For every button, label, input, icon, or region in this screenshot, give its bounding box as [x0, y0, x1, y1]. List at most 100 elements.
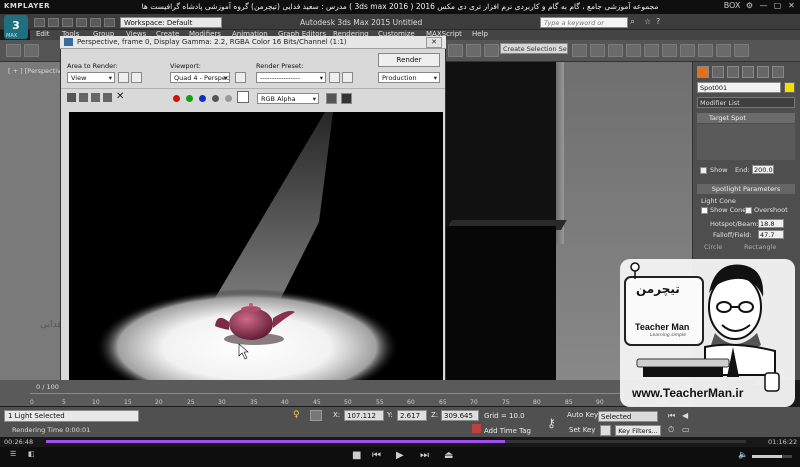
- rendered-image[interactable]: [69, 112, 443, 392]
- show-checkbox[interactable]: [700, 167, 707, 174]
- modifier-list-dropdown[interactable]: Modifier List: [697, 97, 795, 108]
- next-icon[interactable]: ⏭: [420, 450, 429, 461]
- rendered-frame-button[interactable]: [698, 44, 713, 57]
- display-tab-icon[interactable]: [757, 66, 769, 78]
- object-name-field[interactable]: Spot001: [697, 82, 781, 93]
- area-to-render-dropdown[interactable]: View: [67, 72, 115, 83]
- copy-image-icon[interactable]: [79, 93, 88, 102]
- stop-icon[interactable]: ■: [352, 450, 361, 461]
- lock-selection-icon[interactable]: ♀: [293, 410, 300, 420]
- favorites-icon[interactable]: ☆: [644, 17, 651, 26]
- search-icon[interactable]: ⌕: [630, 17, 635, 27]
- object-color-swatch[interactable]: [784, 82, 795, 93]
- save-image-icon[interactable]: [67, 93, 76, 102]
- menu-icon[interactable]: ☰: [10, 450, 16, 458]
- utilities-tab-icon[interactable]: [772, 66, 784, 78]
- ribbon-button[interactable]: [734, 44, 749, 57]
- minimize-button[interactable]: —: [758, 1, 769, 10]
- clone-frame-icon[interactable]: [91, 93, 100, 102]
- toggle-ui-overlay-icon[interactable]: [326, 93, 337, 104]
- redo-icon[interactable]: [90, 18, 101, 27]
- red-channel-icon[interactable]: [173, 95, 180, 102]
- add-time-tag-button[interactable]: Add Time Tag: [484, 427, 531, 435]
- key-filters-button[interactable]: Key Filters...: [615, 425, 661, 436]
- circle-radio[interactable]: Circle: [704, 243, 722, 251]
- falloff-spinner[interactable]: 47.7: [758, 230, 784, 239]
- render-production-button[interactable]: [716, 44, 731, 57]
- render-setup-icon[interactable]: [329, 72, 340, 83]
- graphite-toggle-button[interactable]: [626, 44, 641, 57]
- auto-key-button[interactable]: Auto Key: [567, 411, 598, 419]
- box-menu-button[interactable]: BOX: [723, 1, 741, 10]
- material-editor-button[interactable]: [662, 44, 677, 57]
- auto-region-icon[interactable]: [131, 72, 142, 83]
- blue-channel-icon[interactable]: [199, 95, 206, 102]
- open-file-icon[interactable]: [48, 18, 59, 27]
- motion-tab-icon[interactable]: [742, 66, 754, 78]
- production-dropdown[interactable]: Production: [378, 72, 440, 83]
- hierarchy-tab-icon[interactable]: [727, 66, 739, 78]
- current-frame-icon[interactable]: ▭: [682, 425, 690, 434]
- time-config-icon[interactable]: ⏱: [668, 425, 674, 435]
- set-key-button[interactable]: Set Key: [569, 426, 595, 434]
- help-icon[interactable]: ?: [656, 17, 660, 26]
- previous-frame-icon[interactable]: ◀: [682, 411, 688, 420]
- environment-icon[interactable]: [342, 72, 353, 83]
- menu-help[interactable]: Help: [472, 30, 488, 38]
- maximize-button[interactable]: ▢: [772, 1, 783, 10]
- snap-toggle-button[interactable]: [448, 44, 463, 57]
- render-button[interactable]: Render: [378, 53, 440, 67]
- undo-button[interactable]: [6, 44, 21, 57]
- save-file-icon[interactable]: [62, 18, 73, 27]
- time-tag-icon[interactable]: [472, 424, 481, 433]
- lock-viewport-icon[interactable]: [235, 72, 246, 83]
- angle-snap-button[interactable]: [466, 44, 481, 57]
- y-coord-field[interactable]: 2.617: [397, 410, 427, 421]
- x-coord-field[interactable]: 107.112: [344, 410, 384, 421]
- hotspot-spinner[interactable]: 18.8: [758, 219, 784, 228]
- display-channel-dropdown[interactable]: RGB Alpha: [257, 93, 319, 104]
- curve-editor-button[interactable]: [644, 44, 659, 57]
- key-selection-dropdown[interactable]: Selected: [598, 411, 658, 422]
- edit-region-icon[interactable]: [118, 72, 129, 83]
- search-input[interactable]: Type a keyword or phrase: [540, 17, 628, 37]
- play-icon[interactable]: ▶: [396, 450, 404, 461]
- clear-icon[interactable]: ✕: [116, 91, 124, 102]
- modifier-stack-item[interactable]: Target Spot: [697, 113, 795, 123]
- render-preset-dropdown[interactable]: -----------------: [256, 72, 326, 83]
- show-cone-checkbox[interactable]: [701, 207, 708, 214]
- frame-counter[interactable]: 0 / 100: [36, 383, 59, 391]
- print-image-icon[interactable]: [103, 93, 112, 102]
- overshoot-checkbox[interactable]: [745, 207, 752, 214]
- mirror-button[interactable]: [572, 44, 587, 57]
- monochrome-icon[interactable]: [225, 95, 232, 102]
- rectangle-radio[interactable]: Rectangle: [744, 243, 776, 251]
- modify-tab-icon[interactable]: [712, 66, 724, 78]
- menu-edit[interactable]: Edit: [36, 30, 50, 38]
- percent-snap-button[interactable]: [484, 44, 499, 57]
- 3d-icon[interactable]: ◧: [28, 450, 35, 458]
- spotlight-parameters-rollout[interactable]: Spotlight Parameters: [697, 184, 795, 194]
- project-folder-icon[interactable]: [104, 18, 115, 27]
- alpha-channel-icon[interactable]: [212, 95, 219, 102]
- go-to-start-icon[interactable]: ⏮: [668, 411, 675, 421]
- green-channel-icon[interactable]: [186, 95, 193, 102]
- key-mode-icon[interactable]: [600, 425, 611, 436]
- end-spinner[interactable]: 200.0: [752, 165, 774, 174]
- key-icon[interactable]: ⚷: [547, 416, 556, 430]
- color-swatch[interactable]: [237, 91, 249, 103]
- toggle-ui-icon[interactable]: [341, 93, 352, 104]
- z-coord-field[interactable]: 309.645: [441, 410, 479, 421]
- layer-manager-button[interactable]: [608, 44, 623, 57]
- close-button[interactable]: ✕: [426, 37, 442, 48]
- viewport-select-dropdown[interactable]: Quad 4 - Perspec: [170, 72, 230, 83]
- named-selection-set-dropdown[interactable]: Create Selection Se: [500, 43, 568, 54]
- previous-icon[interactable]: ⏮: [372, 450, 381, 461]
- workspace-dropdown[interactable]: Workspace: Default: [120, 17, 222, 28]
- volume-icon[interactable]: 🔈: [738, 450, 748, 459]
- close-button[interactable]: ✕: [786, 1, 797, 10]
- render-setup-button[interactable]: [680, 44, 695, 57]
- align-button[interactable]: [590, 44, 605, 57]
- settings-icon[interactable]: ⚙: [744, 1, 755, 10]
- undo-icon[interactable]: [76, 18, 87, 27]
